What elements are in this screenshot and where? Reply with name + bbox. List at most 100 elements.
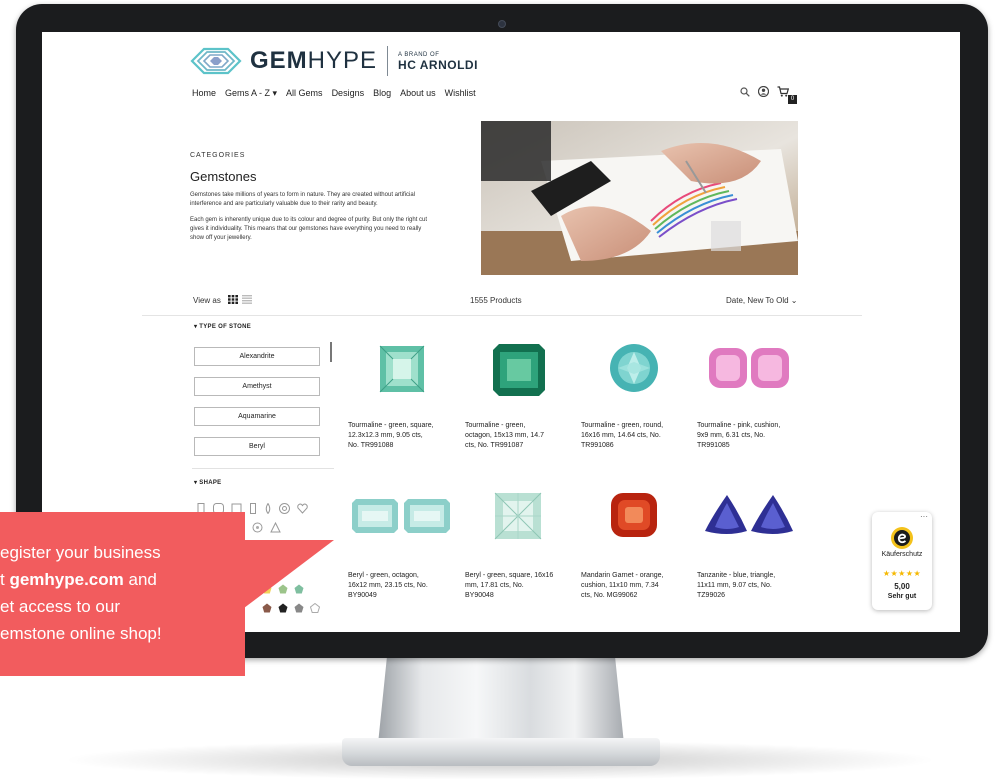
filter-alexandrite[interactable]: Alexandrite	[194, 347, 320, 366]
monitor-foot	[342, 738, 660, 766]
list-view-icon[interactable]	[242, 295, 252, 304]
nav-all-gems[interactable]: All Gems	[286, 88, 323, 99]
product-count: 1555 Products	[470, 296, 522, 305]
product-title-line[interactable]: Tourmaline - green, round,	[581, 421, 685, 431]
product-title-line[interactable]: TR991085	[697, 441, 801, 451]
trust-rating: Sehr gut	[887, 593, 917, 600]
product-title-line[interactable]: 12.3x12.3 mm, 9.05 cts,	[348, 431, 452, 441]
product-title-line[interactable]: TR991086	[581, 441, 685, 451]
parent-brand: A BRAND OF HC ARNOLDI	[398, 52, 478, 71]
product-title-line[interactable]: octagon, 15x13 mm, 14.7	[465, 431, 569, 441]
product-title-line[interactable]: TZ99026	[697, 591, 801, 601]
nav-gems-a-z[interactable]: Gems A - Z ▾	[225, 88, 277, 99]
type-of-stone-heading[interactable]: ▾ TYPE OF STONE	[194, 323, 251, 330]
more-icon[interactable]: ···	[920, 512, 928, 521]
shape-heart-icon[interactable]	[297, 503, 308, 514]
product-title-line[interactable]: Tourmaline - green,	[465, 421, 569, 431]
grid-view-icon[interactable]	[228, 295, 238, 304]
product-title-line[interactable]: Tanzanite - blue, triangle,	[697, 571, 801, 581]
product-title-line[interactable]: BY90048	[465, 591, 569, 601]
product-title-line[interactable]: 16x16 mm, 14.64 cts, No.	[581, 431, 685, 441]
promo-line: emstone online shop!	[0, 624, 162, 643]
trusted-shops-seal-icon	[891, 527, 913, 549]
trust-badge-label: Käuferschutz	[881, 551, 923, 558]
product-image[interactable]	[348, 338, 454, 402]
filter-divider	[192, 468, 334, 469]
product-title-line[interactable]: BY90049	[348, 591, 452, 601]
filter-amethyst[interactable]: Amethyst	[194, 377, 320, 396]
product-title-line[interactable]: Beryl - green, square, 16x16	[465, 571, 569, 581]
product-title-line[interactable]: 16x12 mm, 23.15 cts, No.	[348, 581, 452, 591]
product-title-line[interactable]: mm, 17.81 cts, No.	[465, 581, 569, 591]
shape-heading[interactable]: ▾ SHAPE	[194, 479, 221, 486]
category-description-line: Each gem is inherently unique due to its…	[190, 217, 428, 223]
product-image[interactable]	[697, 338, 803, 402]
brand-of-label: A BRAND OF	[398, 51, 440, 58]
shape-options-row-2	[252, 522, 281, 533]
nav-about-us[interactable]: About us	[400, 88, 436, 99]
shape-triangle-icon[interactable]	[270, 522, 281, 533]
filter-scrollbar[interactable]	[330, 342, 332, 362]
product-title-line[interactable]: cushion, 11x10 mm, 7.34	[581, 581, 685, 591]
category-description-line: show off your jewellery.	[190, 235, 252, 241]
search-icon[interactable]	[740, 86, 750, 97]
filter-beryl[interactable]: Beryl	[194, 437, 320, 456]
product-image[interactable]	[348, 485, 454, 549]
color-white-icon[interactable]	[310, 603, 320, 613]
shape-baguette-icon[interactable]	[249, 503, 257, 514]
cart-count-badge: 0	[788, 95, 797, 104]
color-black-icon[interactable]	[278, 603, 288, 613]
product-image[interactable]	[465, 485, 571, 549]
color-swatches-row-2	[262, 603, 320, 613]
account-icon[interactable]	[758, 86, 769, 97]
product-title-line[interactable]: 11x11 mm, 9.07 cts, No.	[697, 581, 801, 591]
product-title-line[interactable]: No. TR991088	[348, 441, 452, 451]
trust-score: 5,00	[894, 582, 910, 591]
product-title-line[interactable]: Tourmaline - green, square,	[348, 421, 452, 431]
logo-divider	[387, 46, 389, 76]
hero-photo	[481, 121, 798, 275]
product-title-line[interactable]: cts, No. TR991087	[465, 441, 569, 451]
product-title-line[interactable]: cts, No. MG99062	[581, 591, 685, 601]
header-icons	[740, 86, 789, 97]
product-image[interactable]	[697, 485, 803, 549]
trust-stars: ★★★★★	[882, 569, 922, 578]
product-title-line[interactable]: Tourmaline - pink, cushion,	[697, 421, 801, 431]
filter-aquamarine[interactable]: Aquamarine	[194, 407, 320, 426]
promo-line: egister your business	[0, 543, 161, 562]
shape-flower-icon[interactable]	[252, 522, 263, 533]
nav-home[interactable]: Home	[192, 88, 216, 99]
gem-logo-icon	[190, 47, 242, 75]
promo-text: egister your business t gemhype.com and …	[0, 539, 245, 647]
promo-link[interactable]: gemhype.com	[9, 570, 123, 589]
categories-eyebrow: CATEGORIES	[190, 152, 246, 159]
promo-line: et access to our	[0, 597, 121, 616]
shape-round-icon[interactable]	[279, 503, 290, 514]
product-title-line[interactable]: Beryl - green, octagon,	[348, 571, 452, 581]
product-title-line[interactable]: Mandarin Garnet - orange,	[581, 571, 685, 581]
parent-brand-name: HC ARNOLDI	[398, 57, 478, 72]
product-title-line[interactable]: 9x9 mm, 6.31 cts, No.	[697, 431, 801, 441]
trusted-shops-badge[interactable]: ··· Käuferschutz ★★★★★ 5,00 Sehr gut	[872, 512, 932, 610]
color-teal-icon[interactable]	[294, 584, 304, 594]
view-as-label: View as	[193, 296, 221, 305]
site-logo[interactable]: GEMHYPE A BRAND OF HC ARNOLDI	[190, 41, 478, 81]
main-nav: Home Gems A - Z ▾ All Gems Designs Blog …	[192, 88, 476, 99]
product-image[interactable]	[581, 338, 687, 402]
product-image[interactable]	[581, 485, 687, 549]
nav-wishlist[interactable]: Wishlist	[445, 88, 476, 99]
color-brown-icon[interactable]	[262, 603, 272, 613]
nav-blog[interactable]: Blog	[373, 88, 391, 99]
monitor-stand	[378, 648, 624, 744]
camera-icon	[498, 20, 506, 28]
toolbar-divider	[142, 315, 862, 316]
color-green-icon[interactable]	[278, 584, 288, 594]
nav-designs[interactable]: Designs	[332, 88, 365, 99]
category-description-line: Gemstones take millions of years to form…	[190, 192, 415, 198]
promo-line: t gemhype.com and	[0, 570, 157, 589]
product-image[interactable]	[465, 338, 571, 402]
color-grey-icon[interactable]	[294, 603, 304, 613]
shape-pear-icon[interactable]	[264, 503, 272, 514]
sort-select[interactable]: Date, New To Old ⌄	[726, 296, 797, 305]
category-title: Gemstones	[190, 169, 257, 184]
